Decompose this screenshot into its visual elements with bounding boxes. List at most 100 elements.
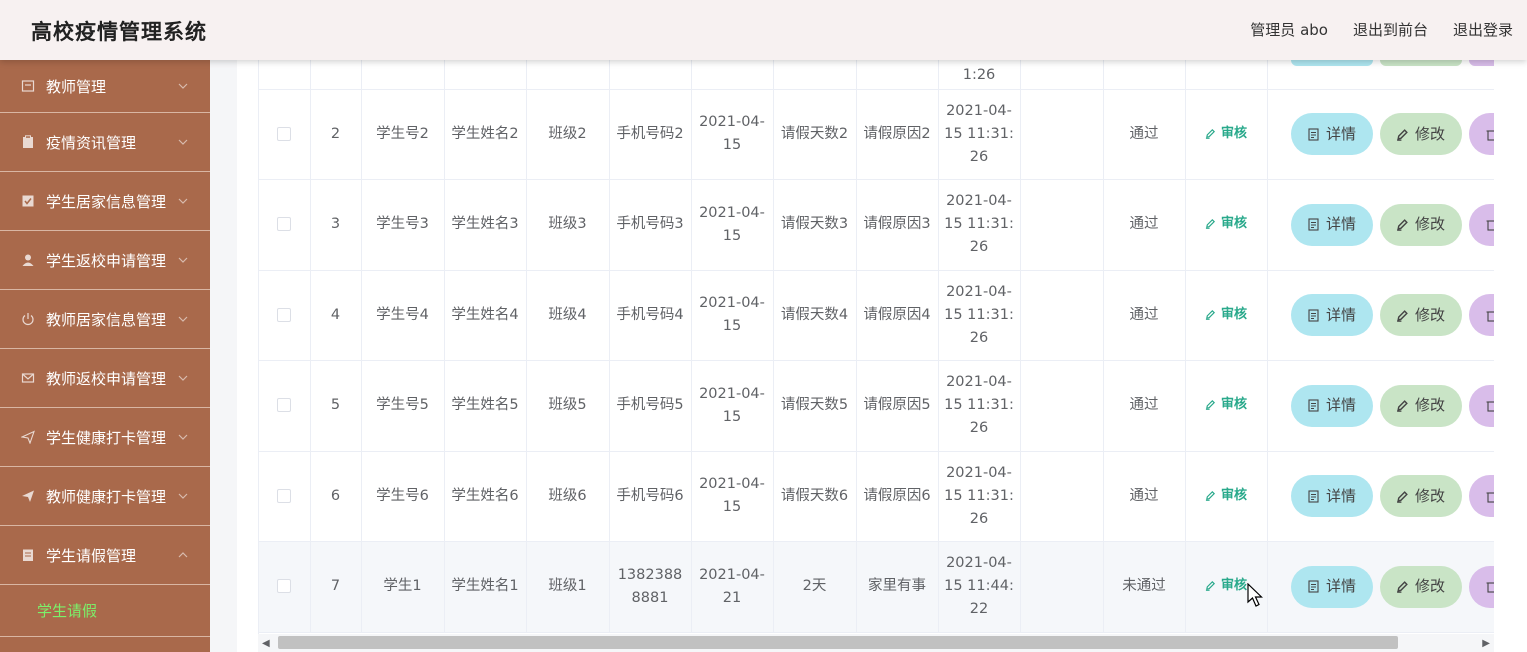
cell-phone: 手机号码2 bbox=[609, 89, 692, 180]
detail-button[interactable]: 详情 bbox=[1290, 565, 1373, 608]
sidebar-item-label: 学生居家信息管理 bbox=[46, 192, 167, 211]
delete-button[interactable] bbox=[1468, 384, 1494, 427]
edit-button[interactable]: 修改 bbox=[1379, 113, 1462, 156]
sidebar-item-student-leave[interactable]: 学生请假管理 bbox=[0, 526, 210, 585]
document-icon bbox=[1307, 490, 1320, 503]
sidebar-item-label: 学生健康打卡管理 bbox=[46, 428, 167, 447]
audit-button[interactable]: 审核 bbox=[1205, 122, 1247, 145]
cell-leave-date: 2021-04-15 bbox=[691, 179, 774, 271]
user-icon bbox=[20, 252, 36, 268]
cell-leave-reason: 请假原因4 bbox=[856, 270, 939, 361]
cell-audit-status: 通过 bbox=[1103, 179, 1186, 271]
cell-student-name: 学生姓名6 bbox=[444, 451, 527, 542]
edit-label: 修改 bbox=[1414, 396, 1445, 415]
chevron-down-icon bbox=[178, 133, 188, 151]
sidebar-item-teacher-return-apply[interactable]: 教师返校申请管理 bbox=[0, 349, 210, 408]
cell-submit-time: 2021-04-15 11:44:22 bbox=[938, 541, 1021, 633]
cell-leave-days: 请假天数4 bbox=[773, 270, 857, 361]
cell-student-id: 学生号3 bbox=[361, 179, 445, 271]
table-row: 7 学生1 学生姓名1 班级1 13823888881 2021-04-21 2天 家里有事 2… bbox=[259, 541, 1494, 633]
edit-button-partial[interactable] bbox=[1379, 60, 1462, 66]
detail-button[interactable]: 详情 bbox=[1290, 294, 1373, 337]
cell-index: 2 bbox=[310, 89, 362, 180]
cell-leave-date: 2021-04-15 bbox=[691, 270, 774, 361]
sidebar-item-student-home-info[interactable]: 学生居家信息管理 bbox=[0, 172, 210, 231]
edit-button[interactable]: 修改 bbox=[1379, 294, 1462, 337]
row-select-checkbox[interactable] bbox=[259, 179, 311, 271]
scrollbar-thumb[interactable] bbox=[278, 636, 1398, 649]
horizontal-scrollbar[interactable]: ◀ ▶ bbox=[258, 634, 1494, 652]
delete-button-partial[interactable] bbox=[1468, 60, 1494, 66]
pencil-icon bbox=[1396, 128, 1409, 141]
edit-button[interactable]: 修改 bbox=[1379, 203, 1462, 246]
pencil-icon bbox=[1205, 128, 1216, 139]
trash-icon bbox=[1485, 218, 1494, 231]
detail-button[interactable]: 详情 bbox=[1290, 113, 1373, 156]
top-header: 高校疫情管理系统 管理员 abo 退出到前台 退出登录 bbox=[0, 0, 1527, 60]
detail-button[interactable]: 详情 bbox=[1290, 384, 1373, 427]
edit-button[interactable]: 修改 bbox=[1379, 475, 1462, 518]
audit-label: 审核 bbox=[1220, 397, 1247, 413]
detail-button[interactable]: 详情 bbox=[1290, 203, 1373, 246]
cell-index: 4 bbox=[310, 270, 362, 361]
sidebar-subitem-student-leave[interactable]: 学生请假 bbox=[0, 585, 210, 637]
sidebar-item-teacher-home-info[interactable]: 教师居家信息管理 bbox=[0, 290, 210, 349]
pencil-icon bbox=[1396, 490, 1409, 503]
audit-button[interactable]: 审核 bbox=[1205, 574, 1247, 597]
cell-submit-time: 2021-04-15 11:31:26 bbox=[938, 451, 1021, 542]
edit-label: 修改 bbox=[1414, 577, 1445, 596]
delete-button[interactable] bbox=[1468, 565, 1494, 608]
chevron-down-icon bbox=[178, 192, 188, 210]
audit-button[interactable]: 审核 bbox=[1205, 303, 1247, 326]
edit-button[interactable]: 修改 bbox=[1379, 384, 1462, 427]
cell-leave-date: 2021-04-15 bbox=[691, 360, 774, 452]
edit-label: 修改 bbox=[1414, 215, 1445, 234]
trash-icon bbox=[1485, 580, 1494, 593]
delete-button[interactable] bbox=[1468, 203, 1494, 246]
row-select-checkbox[interactable] bbox=[259, 451, 311, 542]
admin-user-link[interactable]: 管理员 abo bbox=[1250, 19, 1328, 40]
cell-index: 6 bbox=[310, 451, 362, 542]
logout-link[interactable]: 退出登录 bbox=[1453, 19, 1513, 40]
delete-button[interactable] bbox=[1468, 475, 1494, 518]
document-icon bbox=[1307, 309, 1320, 322]
sidebar-item-label: 教师居家信息管理 bbox=[46, 310, 167, 329]
sidebar-item-epidemic-news[interactable]: 疫情资讯管理 bbox=[0, 113, 210, 172]
cell-leave-date: 2021-04-21 bbox=[691, 541, 774, 633]
scroll-left-arrow-icon[interactable]: ◀ bbox=[262, 638, 270, 649]
detail-button[interactable]: 详情 bbox=[1290, 475, 1373, 518]
pencil-icon bbox=[1205, 218, 1216, 230]
row-select-checkbox[interactable] bbox=[259, 541, 311, 633]
sidebar-item-teacher-manage[interactable]: 教师管理 bbox=[0, 60, 210, 113]
cell-student-name: 学生姓名1 bbox=[444, 541, 527, 633]
document-icon bbox=[1307, 128, 1320, 141]
notebook-icon bbox=[20, 547, 36, 563]
scroll-right-arrow-icon[interactable]: ▶ bbox=[1482, 638, 1490, 649]
row-select-checkbox[interactable] bbox=[259, 89, 311, 180]
audit-button[interactable]: 审核 bbox=[1205, 393, 1247, 416]
document-icon bbox=[1307, 399, 1320, 412]
pencil-icon bbox=[1205, 399, 1216, 411]
edit-button[interactable]: 修改 bbox=[1379, 565, 1462, 608]
leave-table-container[interactable]: 1:26 2 学生号2 学生姓名2 班级2 手机号码2 2021-04-15 请假天数2 请假… bbox=[258, 60, 1494, 634]
cell-phone: 13823888881 bbox=[609, 541, 692, 633]
row-select-checkbox[interactable] bbox=[259, 270, 311, 361]
chevron-down-icon bbox=[178, 251, 188, 269]
cell-index: 7 bbox=[310, 541, 362, 633]
cell-empty bbox=[1020, 179, 1104, 271]
sidebar-item-student-health-checkin[interactable]: 学生健康打卡管理 bbox=[0, 408, 210, 467]
audit-button[interactable]: 审核 bbox=[1205, 484, 1247, 507]
cell-leave-days: 请假天数3 bbox=[773, 179, 857, 271]
delete-button[interactable] bbox=[1468, 294, 1494, 337]
audit-button[interactable]: 审核 bbox=[1205, 212, 1247, 235]
cell-leave-days: 请假天数2 bbox=[773, 89, 857, 180]
row-select-checkbox[interactable] bbox=[259, 360, 311, 452]
sidebar-item-teacher-health-checkin[interactable]: 教师健康打卡管理 bbox=[0, 467, 210, 526]
detail-button-partial[interactable] bbox=[1290, 60, 1373, 66]
delete-button[interactable] bbox=[1468, 113, 1494, 156]
cell-leave-days: 请假天数6 bbox=[773, 451, 857, 542]
sidebar-item-student-return-apply[interactable]: 学生返校申请管理 bbox=[0, 231, 210, 290]
exit-to-frontend-link[interactable]: 退出到前台 bbox=[1353, 19, 1428, 40]
cell-student-id: 学生号5 bbox=[361, 360, 445, 452]
chevron-down-icon bbox=[178, 310, 188, 328]
